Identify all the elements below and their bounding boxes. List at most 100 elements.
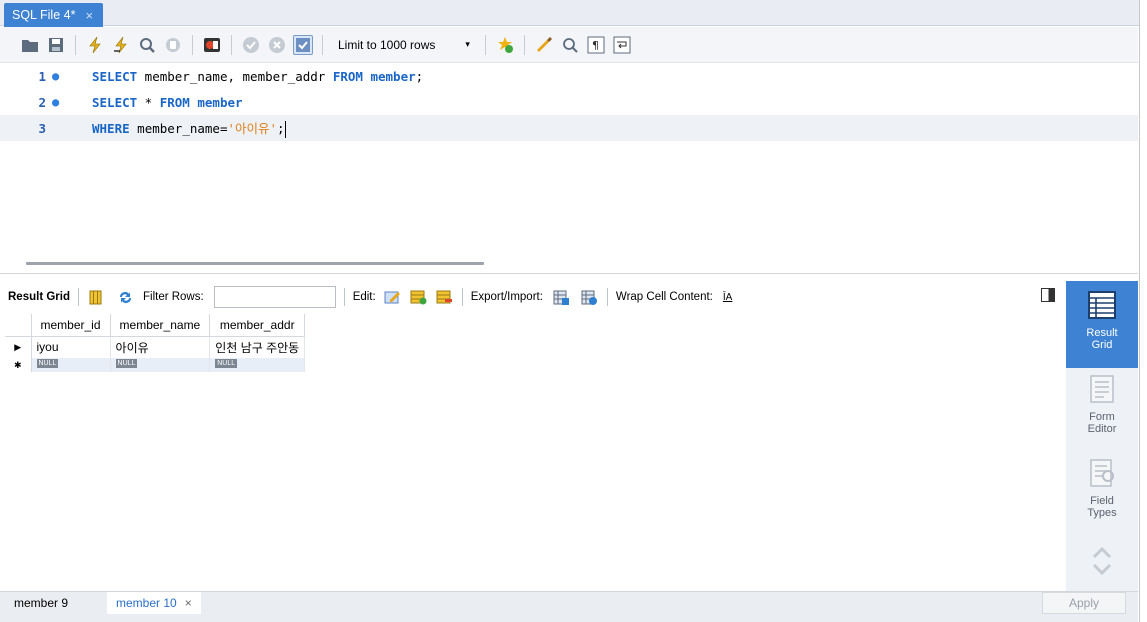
- form-editor-icon: [1090, 375, 1114, 403]
- field-types-icon: [1090, 459, 1114, 487]
- scroll-up-down-icon: [1092, 546, 1112, 576]
- toggle-side-panel-icon[interactable]: [1041, 288, 1055, 302]
- code-line: 2 ● SELECT * FROM member: [0, 89, 1138, 115]
- code-fragment: *: [137, 94, 160, 110]
- toolbar-separator: [322, 34, 323, 55]
- toggle-error-icon[interactable]: [202, 35, 222, 55]
- sql-toolbar: Limit to 1000 rows ▾ ¶: [0, 27, 1138, 63]
- line-number: 2: [38, 94, 46, 110]
- svg-text:¶: ¶: [592, 39, 599, 52]
- grid-cell[interactable]: iyou: [31, 336, 111, 358]
- code-fragment: ;: [415, 68, 424, 84]
- grid-cell[interactable]: 아이유: [110, 336, 211, 358]
- code-text: SELECT * FROM member: [92, 95, 243, 110]
- insert-row-icon[interactable]: [410, 288, 428, 306]
- toolbar-separator: [192, 34, 193, 55]
- grid-cell[interactable]: NULL: [31, 358, 111, 372]
- keyword: SELECT: [92, 94, 138, 110]
- export-icon[interactable]: [553, 288, 571, 306]
- row-header-corner: [5, 314, 32, 337]
- table-row[interactable]: ▶ iyou 아이유 인천 남구 주안동: [5, 336, 306, 358]
- filter-rows-label: Filter Rows:: [142, 291, 204, 303]
- apply-button[interactable]: Apply: [1042, 592, 1126, 614]
- toolbar-separator: [343, 288, 345, 306]
- code-line: 1 ● SELECT member_name, member_addr FROM…: [0, 63, 1138, 89]
- result-grid[interactable]: member_id member_name member_addr ▶ iyou…: [5, 314, 306, 372]
- keyword: FROM: [159, 94, 190, 110]
- edit-label: Edit:: [352, 291, 376, 303]
- toolbar-separator: [461, 288, 463, 306]
- column-header[interactable]: member_name: [110, 314, 211, 337]
- keyword: WHERE: [92, 121, 130, 136]
- export-import-label: Export/Import:: [470, 291, 543, 303]
- rollback-icon[interactable]: [267, 35, 287, 55]
- import-icon[interactable]: [581, 288, 599, 306]
- sql-editor[interactable]: 1 ● SELECT member_name, member_addr FROM…: [0, 63, 1138, 253]
- delete-row-icon[interactable]: [436, 288, 454, 306]
- grid-cell[interactable]: NULL: [209, 358, 306, 372]
- field-types-button[interactable]: Field Types: [1066, 457, 1138, 519]
- code-fragment: member_name=: [129, 121, 228, 136]
- result-grid-label[interactable]: Result Grid: [8, 291, 70, 303]
- close-icon[interactable]: ×: [185, 596, 192, 610]
- code-line-current: 3 WHERE member_name='아이유';: [0, 115, 1138, 141]
- result-tabs-bar: member 9 member 10 × Apply: [0, 591, 1138, 622]
- form-editor-label: Form Editor: [1087, 411, 1117, 435]
- add-snippet-icon[interactable]: [495, 35, 515, 55]
- code-fragment: ;: [277, 121, 285, 136]
- invisible-chars-icon[interactable]: ¶: [586, 35, 606, 55]
- panel-splitter-handle[interactable]: [26, 262, 484, 265]
- keyword: FROM: [332, 68, 363, 84]
- result-tab-member-10[interactable]: member 10 ×: [107, 592, 201, 614]
- null-badge: NULL: [36, 359, 59, 368]
- panel-scroll-arrows[interactable]: [1066, 543, 1138, 579]
- edit-row-icon[interactable]: [384, 288, 402, 306]
- toolbar-separator: [484, 34, 486, 55]
- row-marker-icon: ▶: [5, 336, 32, 358]
- column-header[interactable]: member_addr: [209, 314, 306, 337]
- toolbar-separator: [75, 34, 76, 55]
- autocommit-icon[interactable]: [293, 34, 313, 55]
- commit-icon[interactable]: [241, 35, 261, 55]
- form-editor-button[interactable]: Form Editor: [1066, 373, 1138, 435]
- chevron-down-icon: ▾: [465, 39, 470, 49]
- close-icon[interactable]: ×: [85, 8, 93, 23]
- grid-columns-icon[interactable]: [87, 288, 105, 306]
- line-number: 3: [38, 120, 46, 136]
- new-row-marker-icon: ✱: [5, 358, 32, 372]
- wrap-cell-toggle-icon[interactable]: ĪA: [723, 292, 732, 303]
- stop-icon[interactable]: [163, 35, 183, 55]
- keyword: SELECT: [92, 68, 138, 84]
- column-header[interactable]: member_id: [31, 314, 111, 337]
- code-text: WHERE member_name='아이유';: [92, 118, 286, 138]
- filter-rows-input[interactable]: [213, 286, 336, 308]
- result-grid-view-button[interactable]: Result Grid: [1066, 281, 1138, 368]
- refresh-icon[interactable]: [117, 288, 135, 306]
- statement-dot-icon: ●: [52, 95, 60, 109]
- statement-dot-icon: ●: [52, 69, 60, 83]
- wrap-icon[interactable]: [612, 35, 632, 55]
- keyword: member: [197, 94, 243, 110]
- tab-sql-file[interactable]: SQL File 4* ×: [4, 3, 104, 27]
- editor-tab-strip: SQL File 4* ×: [0, 0, 1147, 27]
- open-folder-icon[interactable]: [20, 35, 40, 55]
- result-grid-icon: [1088, 291, 1116, 319]
- string-literal: '아이유': [227, 121, 278, 136]
- result-tab-member-9[interactable]: member 9: [5, 592, 77, 614]
- save-icon[interactable]: [46, 35, 66, 55]
- divider: [0, 273, 1138, 274]
- grid-cell[interactable]: NULL: [110, 358, 211, 372]
- beautify-icon[interactable]: [534, 35, 554, 55]
- limit-rows-select[interactable]: Limit to 1000 rows ▾: [332, 34, 476, 56]
- execute-icon[interactable]: [85, 35, 105, 55]
- line-number: 1: [38, 68, 46, 84]
- grid-cell[interactable]: 인천 남구 주안동: [209, 336, 306, 358]
- new-row[interactable]: ✱ NULL NULL NULL: [5, 358, 306, 372]
- code-text: SELECT member_name, member_addr FROM mem…: [92, 69, 423, 84]
- tab-title: SQL File 4*: [12, 8, 76, 22]
- toolbar-separator: [523, 34, 525, 55]
- wrap-cell-content-label: Wrap Cell Content:: [615, 291, 713, 303]
- explain-icon[interactable]: [137, 35, 157, 55]
- execute-current-icon[interactable]: [111, 35, 131, 55]
- find-icon[interactable]: [560, 35, 580, 55]
